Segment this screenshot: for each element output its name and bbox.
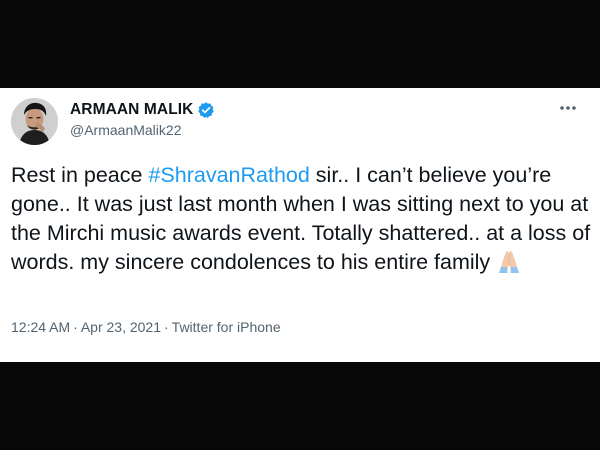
hashtag-link[interactable]: #ShravanRathod	[148, 163, 309, 187]
tweet-text-intro: Rest in peace	[11, 163, 149, 187]
author-block: ARMAAN MALIK @ArmaanMalik22	[70, 100, 215, 138]
more-options-button[interactable]	[558, 102, 578, 114]
verified-badge-icon	[197, 101, 215, 119]
meta-separator: ·	[73, 319, 78, 335]
more-options-icon	[560, 106, 576, 110]
tweet-meta: 12:24 AM · Apr 23, 2021 · Twitter for iPhone	[11, 319, 281, 335]
screenshot-frame: ARMAAN MALIK @ArmaanMalik22 Rest in peac…	[0, 0, 600, 450]
folded-hands-emoji-icon	[494, 249, 524, 273]
avatar[interactable]	[11, 98, 58, 145]
tweet-source[interactable]: Twitter for iPhone	[172, 319, 281, 335]
display-name[interactable]: ARMAAN MALIK	[70, 101, 193, 119]
user-handle[interactable]: @ArmaanMalik22	[70, 122, 215, 138]
meta-separator: ·	[164, 319, 169, 335]
tweet-time[interactable]: 12:24 AM	[11, 319, 70, 335]
name-row: ARMAAN MALIK	[70, 100, 215, 120]
tweet-text: Rest in peace #ShravanRathod sir.. I can…	[11, 161, 591, 277]
avatar-image	[11, 98, 58, 145]
tweet-card: ARMAAN MALIK @ArmaanMalik22 Rest in peac…	[0, 88, 600, 362]
tweet-date[interactable]: Apr 23, 2021	[81, 319, 161, 335]
